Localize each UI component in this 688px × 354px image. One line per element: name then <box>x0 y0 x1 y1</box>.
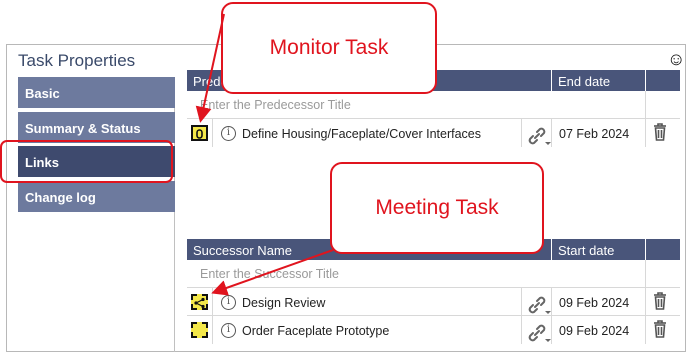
monitor-arrow <box>195 13 225 123</box>
meeting-arrow <box>211 249 334 296</box>
callout-arrows <box>195 13 334 296</box>
